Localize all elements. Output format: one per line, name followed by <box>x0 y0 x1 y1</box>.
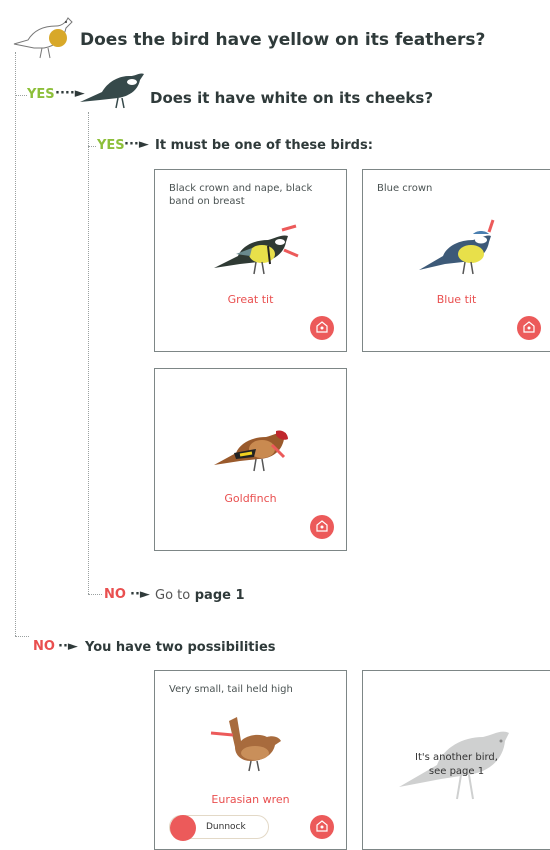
arrow-4: ··► <box>58 639 78 654</box>
bird-feeder-button[interactable] <box>310 316 334 340</box>
tree-line-inner <box>88 112 89 594</box>
bird-name: Goldfinch <box>224 492 277 505</box>
bird-feeder-button[interactable] <box>517 316 541 340</box>
bird-feeder-button[interactable] <box>310 815 334 839</box>
bird-description: Blue crown <box>377 183 433 194</box>
goto-link[interactable]: Go to page 1 <box>155 588 245 603</box>
wren-icon <box>207 713 297 777</box>
tree-line-no-inner <box>88 594 102 595</box>
arrow-2: ···► <box>124 137 149 152</box>
goldfinch-icon <box>210 417 300 477</box>
arrow-3: ··► <box>130 587 150 602</box>
tree-line-main <box>15 52 16 636</box>
bird-feeder-icon <box>316 820 328 832</box>
bird-description: Black crown and nape, black band on brea… <box>169 183 313 207</box>
bird-card-another-bird[interactable]: It's another bird, see page 1 <box>362 670 550 850</box>
result-text: It must be one of these birds: <box>155 138 373 153</box>
bird-feeder-icon <box>316 520 328 532</box>
bird-feeder-button[interactable] <box>310 515 334 539</box>
two-possibilities-text: You have two possibilities <box>85 640 276 655</box>
great-tit-icon <box>210 220 300 280</box>
tree-line-yes-1 <box>15 95 27 96</box>
blue-tit-icon <box>415 218 505 280</box>
goto-prefix: Go to <box>155 588 191 603</box>
tree-line-yes-2 <box>88 146 96 147</box>
bird-name: Great tit <box>227 293 274 306</box>
no-label-inner: NO <box>104 587 126 602</box>
bird-card-blue-tit[interactable]: Blue crown Blue tit <box>362 169 550 352</box>
bird-card-goldfinch[interactable]: Goldfinch <box>154 368 347 551</box>
bird-description: Very small, tail held high <box>169 684 293 695</box>
yes-label-1: YES <box>27 87 55 102</box>
bird-feeder-icon <box>316 321 328 333</box>
goto-page: page 1 <box>194 588 245 603</box>
dunnock-icon <box>170 815 196 841</box>
another-bird-page-link[interactable]: see page 1 <box>363 765 550 779</box>
yes-label-2: YES <box>97 138 125 153</box>
dunnock-label: Dunnock <box>206 822 246 832</box>
no-label-main: NO <box>33 639 55 654</box>
question-white-cheeks: Does it have white on its cheeks? <box>150 89 434 107</box>
bird-card-eurasian-wren[interactable]: Very small, tail held high Eurasian wren… <box>154 670 347 850</box>
bird-name: Blue tit <box>436 293 477 306</box>
bird-card-great-tit[interactable]: Black crown and nape, black band on brea… <box>154 169 347 352</box>
another-bird-text: It's another bird, <box>415 752 498 763</box>
tit-silhouette-icon <box>78 66 148 110</box>
question-yellow-feathers: Does the bird have yellow on its feather… <box>80 30 486 50</box>
dunnock-pill[interactable]: Dunnock <box>169 815 269 841</box>
bird-outline-icon <box>6 10 76 60</box>
tree-line-no-bottom <box>15 636 29 637</box>
bird-name: Eurasian wren <box>211 793 290 806</box>
bird-feeder-icon <box>523 321 535 333</box>
